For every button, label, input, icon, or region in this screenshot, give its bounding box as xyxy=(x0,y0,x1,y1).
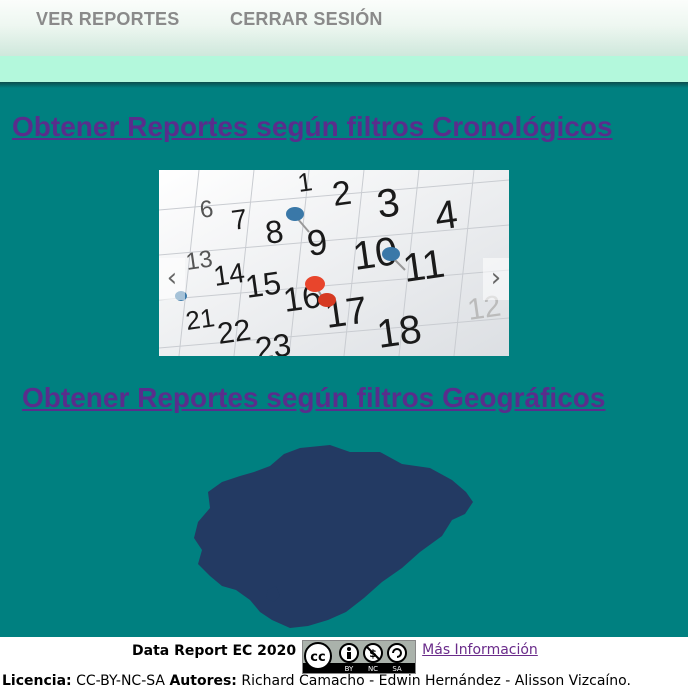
calendar-number: 21 xyxy=(184,302,217,336)
svg-text:SA: SA xyxy=(392,665,402,673)
license-value: CC-BY-NC-SA xyxy=(76,673,165,689)
calendar-number: 13 xyxy=(184,245,214,275)
nav-accent-bar xyxy=(0,56,688,82)
carousel-next-button[interactable]: › xyxy=(483,258,509,300)
calendar-number: 15 xyxy=(243,264,283,305)
footer-title: Data Report EC 2020 xyxy=(132,643,297,659)
calendar-number: 23 xyxy=(253,326,293,356)
chronological-reports-link[interactable]: Obtener Reportes según filtros Cronológi… xyxy=(12,111,613,143)
ecuador-map[interactable] xyxy=(180,440,480,630)
geographic-reports-link[interactable]: Obtener Reportes según filtros Geográfic… xyxy=(22,382,605,414)
svg-text:cc: cc xyxy=(310,650,325,665)
calendar-carousel[interactable]: 1 2 3 4 6 7 8 9 10 11 13 14 15 16 17 18 … xyxy=(159,170,509,356)
calendar-number: 14 xyxy=(212,257,247,292)
calendar-number: 22 xyxy=(215,314,253,351)
footer: Data Report EC 2020 cc $ BY NC SA Más In… xyxy=(0,637,688,693)
nav-cerrar-sesion[interactable]: CERRAR SESIÓN xyxy=(230,9,383,30)
license-label: Licencia: xyxy=(2,673,72,689)
calendar-number: 18 xyxy=(374,307,424,356)
authors-label: Autores: xyxy=(169,673,237,689)
cc-license-badge: cc $ BY NC SA xyxy=(302,640,417,674)
ecuador-map-image xyxy=(194,445,473,628)
calendar-image: 1 2 3 4 6 7 8 9 10 11 13 14 15 16 17 18 … xyxy=(159,170,509,356)
nav-shadow xyxy=(0,82,688,88)
nav-ver-reportes[interactable]: VER REPORTES xyxy=(36,9,179,30)
calendar-number: 11 xyxy=(400,242,447,291)
svg-text:NC: NC xyxy=(368,665,378,673)
authors-value: Richard Camacho - Edwin Hernández - Alis… xyxy=(241,673,631,689)
top-navbar: VER REPORTES CERRAR SESIÓN xyxy=(0,0,688,56)
carousel-prev-button[interactable]: ‹ xyxy=(159,258,185,300)
svg-text:BY: BY xyxy=(345,665,354,673)
more-info-link[interactable]: Más Información xyxy=(422,642,538,658)
license-authors-line: Licencia: CC-BY-NC-SA Autores: Richard C… xyxy=(2,673,631,689)
